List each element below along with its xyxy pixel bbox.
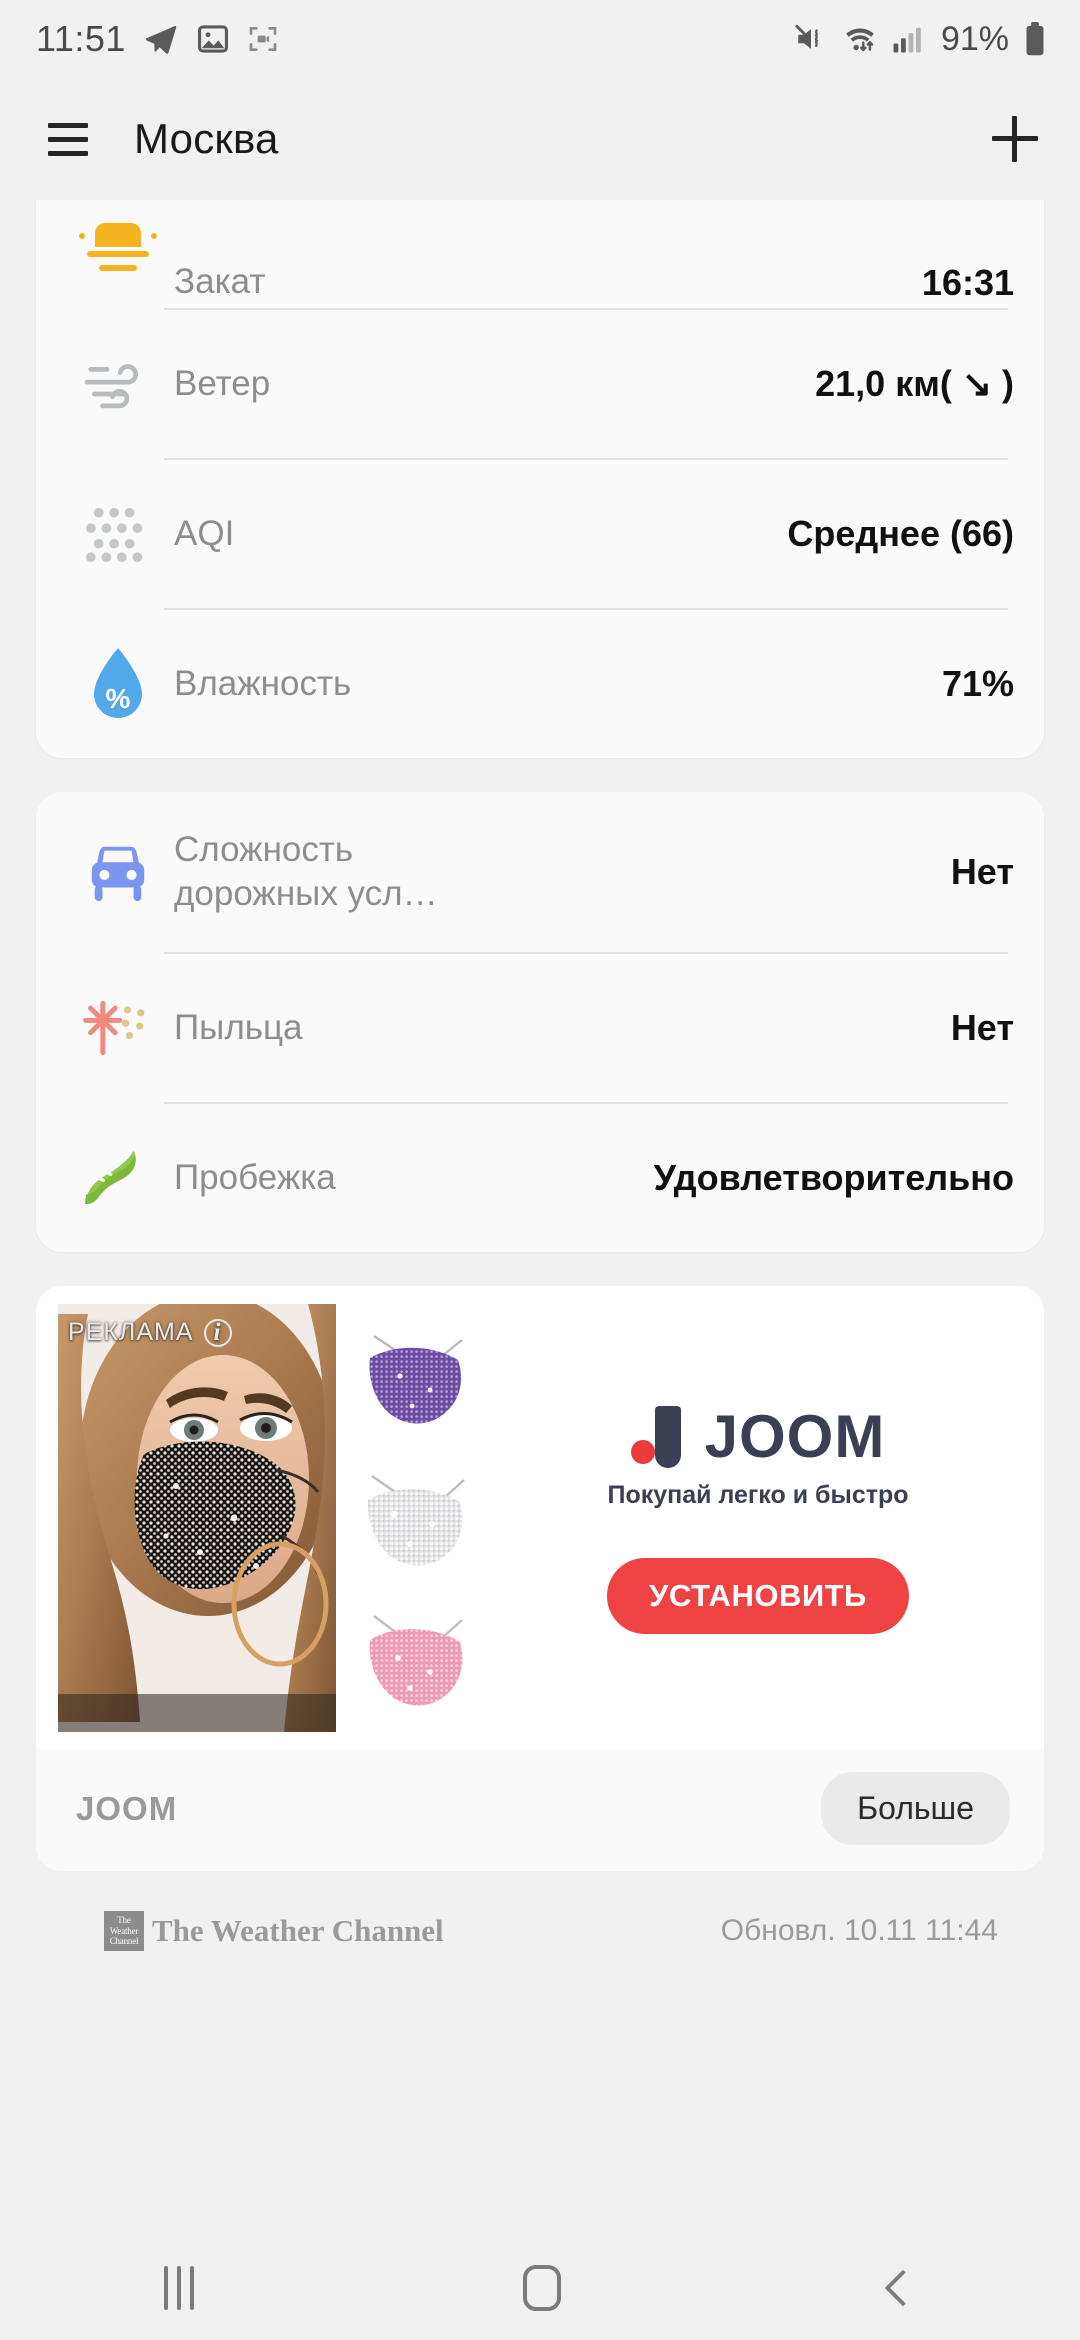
ad-thumbnail-pink[interactable] — [350, 1594, 486, 1726]
back-icon[interactable] — [884, 2269, 922, 2307]
lifestyle-label: Пробежка — [174, 1157, 336, 1197]
detail-label: Закат — [174, 261, 266, 301]
phone-screen: 11:51 91% Москва Закат 16:31 Ветер 21,0 … — [0, 0, 1080, 2340]
running-icon — [66, 1126, 170, 1230]
detail-value: Среднее (66) — [787, 513, 1014, 554]
recents-icon[interactable] — [164, 2266, 195, 2310]
ad-badge: РЕКЛАМА i — [68, 1318, 232, 1347]
twc-logo-line2: Weather — [109, 1925, 139, 1936]
aqi-icon — [66, 482, 170, 586]
advertisement-card[interactable]: РЕКЛАМА i JOOM Покупай легко и быстро УС… — [36, 1286, 1044, 1871]
home-icon[interactable] — [522, 2265, 561, 2311]
hamburger-icon[interactable] — [48, 122, 88, 156]
app-bar-left: Москва — [48, 115, 279, 163]
install-button[interactable]: УСТАНОВИТЬ — [607, 1558, 909, 1634]
lifestyle-label: Пыльца — [174, 1007, 303, 1047]
ad-content: JOOM Покупай легко и быстро УСТАНОВИТЬ — [486, 1304, 1024, 1732]
twc-logo-line3: Channel — [109, 1936, 139, 1947]
detail-label: Ветер — [174, 363, 271, 403]
detail-row-humidity[interactable]: % Влажность 71% — [36, 610, 1044, 758]
ad-thumbnail-white[interactable] — [350, 1452, 486, 1584]
joom-mark-icon — [630, 1405, 685, 1468]
joom-logo: JOOM — [630, 1402, 886, 1471]
info-icon[interactable]: i — [203, 1318, 232, 1347]
lifestyle-value: Удовлетворительно — [653, 1157, 1014, 1198]
sunset-icon — [66, 200, 170, 304]
status-bar: 11:51 91% — [0, 0, 1080, 78]
humidity-icon: % — [66, 632, 170, 736]
more-button[interactable]: Больше — [821, 1772, 1010, 1845]
telegram-icon — [143, 21, 179, 57]
provider-block[interactable]: The Weather Channel The Weather Channel — [104, 1911, 444, 1951]
system-navigation-bar — [0, 2236, 1080, 2340]
wind-icon — [66, 332, 170, 436]
status-bar-left: 11:51 — [36, 18, 279, 60]
page-title: Москва — [134, 115, 279, 162]
app-bar: Москва — [0, 78, 1080, 200]
attribution-bar: The Weather Channel The Weather Channel … — [36, 1871, 1044, 1951]
lifestyle-value: Нет — [950, 851, 1014, 892]
ad-badge-text: РЕКЛАМА — [68, 1318, 194, 1346]
scroll-content[interactable]: Закат 16:31 Ветер 21,0 км( ↘ ) AQI Средн… — [0, 200, 1080, 1951]
plus-icon[interactable] — [992, 116, 1038, 162]
last-updated: Обновл. 10.11 11:44 — [720, 1914, 998, 1947]
battery-icon — [1024, 22, 1046, 56]
detail-row-aqi[interactable]: AQI Среднее (66) — [36, 460, 1044, 608]
weather-details-card: Закат 16:31 Ветер 21,0 км( ↘ ) AQI Средн… — [36, 200, 1044, 758]
wifi-icon — [841, 22, 879, 56]
ad-body[interactable]: РЕКЛАМА i JOOM Покупай легко и быстро УС… — [36, 1286, 1044, 1750]
status-bar-right: 91% — [794, 20, 1046, 59]
mute-vibrate-icon — [794, 22, 828, 56]
detail-row-sunset[interactable]: Закат 16:31 — [36, 200, 1044, 308]
signal-icon — [892, 24, 922, 54]
ad-hero-image[interactable]: РЕКЛАМА i — [58, 1304, 336, 1732]
ad-footer: JOOM Больше — [36, 1750, 1044, 1871]
provider-name: The Weather Channel — [152, 1913, 444, 1948]
lifestyle-row-traffic[interactable]: Сложность дорожных усл… Нет — [36, 792, 1044, 952]
status-time: 11:51 — [36, 18, 126, 59]
detail-row-wind[interactable]: Ветер 21,0 км( ↘ ) — [36, 310, 1044, 458]
ad-thumbnail-purple[interactable] — [350, 1310, 486, 1442]
joom-wordmark: JOOM — [704, 1403, 886, 1470]
ad-tagline: Покупай легко и быстро — [607, 1481, 909, 1509]
lifestyle-label: Сложность дорожных усл… — [174, 829, 438, 913]
lifestyle-value: Нет — [950, 1007, 1014, 1048]
detail-value: 71% — [941, 663, 1014, 704]
pollen-icon — [66, 976, 170, 1080]
ad-thumbnail-list[interactable] — [336, 1304, 486, 1732]
card-gap — [36, 1252, 1044, 1286]
car-icon — [66, 820, 170, 924]
detail-value: 16:31 — [921, 262, 1014, 303]
weather-channel-logo-icon: The Weather Channel — [104, 1911, 144, 1951]
svg-text:%: % — [106, 683, 131, 714]
screen-recorder-icon — [247, 23, 279, 55]
detail-value: 21,0 км( ↘ ) — [815, 363, 1014, 404]
ad-advertiser-name: JOOM — [76, 1789, 178, 1827]
battery-percent: 91% — [940, 19, 1009, 58]
lifestyle-row-running[interactable]: Пробежка Удовлетворительно — [36, 1104, 1044, 1252]
lifestyle-card: Сложность дорожных усл… Нет Пыльца Нет П… — [36, 792, 1044, 1252]
detail-label: Влажность — [174, 663, 352, 703]
card-gap — [36, 758, 1044, 792]
twc-logo-line1: The — [117, 1915, 131, 1926]
detail-label: AQI — [174, 513, 235, 553]
lifestyle-row-pollen[interactable]: Пыльца Нет — [36, 954, 1044, 1102]
gallery-icon — [196, 22, 230, 56]
